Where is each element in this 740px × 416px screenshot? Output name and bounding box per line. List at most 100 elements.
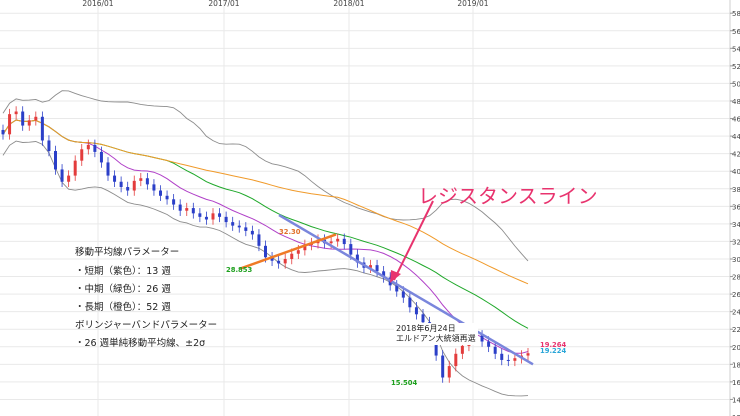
x-axis: 2016/01 2017/01 2018/01 2019/01 [82,0,488,8]
x-tick-label: 2019/01 [457,0,488,8]
ma-long: ・長期（橙色）：52 週 [75,302,171,313]
y-tick-label: 54.000 [732,45,740,53]
data-label: 28.853 [226,266,252,274]
candle-body [211,213,215,220]
candle-body [493,346,497,354]
data-label: 32.30 [279,228,301,236]
candle-body [204,216,208,220]
candle-body [218,213,222,217]
candle-body [27,120,31,126]
candle-body [244,227,248,231]
candle-body [237,225,241,228]
y-tick-label: 32.000 [732,238,740,246]
support-line [239,233,337,270]
y-tick-label: 46.000 [732,116,740,124]
y-tick-label: 44.000 [732,133,740,141]
data-label: 19.224 [540,347,566,355]
boll-params: ・26 週単純移動平均線、±2σ [75,338,206,349]
candle-body [54,151,57,170]
candle-body [40,116,44,141]
event-text: エルドアン大統領再選 [396,334,476,343]
event-date: 2018年6月24日 [396,324,456,333]
x-tick-label: 2017/01 [208,0,239,8]
candle-body [408,297,412,308]
y-tick-label: 40.000 [732,168,740,176]
candle-body [172,199,176,205]
candle-body [454,353,458,367]
candle-body [139,178,143,181]
candle-body [185,208,189,211]
candle-body [113,175,117,182]
y-tick-label: 48.000 [732,98,740,106]
candle-body [283,258,287,264]
candle-body [231,222,235,226]
candle-body [277,260,281,264]
candle-body [47,140,51,152]
y-tick-label: 14.000 [732,396,740,404]
event-annotation: 2018年6月24日 エルドアン大統領再選 [394,323,478,345]
x-tick-label: 2018/01 [333,0,364,8]
candle-body [460,345,464,354]
candle-body [264,245,267,258]
y-tick-label: 50.000 [732,80,740,88]
candle-body [191,208,195,214]
candle-body [513,358,517,361]
candle-body [14,111,18,115]
candle-body [290,253,294,259]
candle-body [375,265,379,272]
candle-body [126,187,130,191]
ma-params-title: 移動平均線パラメーター [75,247,180,258]
candle-body [198,213,202,217]
candle-body [34,116,38,121]
candle-body [119,181,123,188]
candle-body [106,162,110,176]
callout-arrow [393,200,434,281]
y-tick-label: 52.000 [732,63,740,71]
ma-short: ・短期（紫色）：13 週 [75,266,171,277]
candle-body [526,353,530,356]
candle-body [224,216,228,223]
boll-params-title: ボリンジャーバンドパラメーター [75,320,218,331]
y-tick-label: 24.000 [732,309,740,317]
candle-body [80,149,84,161]
candle-body [342,238,346,245]
y-tick-label: 26.000 [732,291,740,299]
candle-body [73,160,77,176]
candle-body [132,180,136,191]
candle-body [349,244,353,255]
bollinger-upper [2,90,529,262]
y-tick-label: 16.000 [732,379,740,387]
candle-body [67,175,71,182]
candle-body [21,111,25,126]
candle-body [159,190,162,196]
y-tick-label: 36.000 [732,203,740,211]
y-tick-label: 56.000 [732,28,740,36]
y-tick-label: 22.000 [732,326,740,334]
y-tick-label: 42.000 [732,151,740,159]
candle-body [401,291,405,298]
candle-body [145,178,149,185]
candle-body [421,314,425,323]
candle-body [500,353,504,360]
data-label: 15.504 [391,379,417,387]
candle-body [447,366,451,378]
y-tick-label: 18.000 [732,361,740,369]
x-tick-label: 2016/01 [82,0,113,8]
candle-body [329,241,333,244]
candle-body [178,204,182,211]
resistance-callout: レジスタンスライン [418,184,598,208]
candle-body [250,230,254,235]
y-tick-label: 34.000 [732,221,740,229]
candle-body [152,184,156,191]
candle-body [165,195,169,200]
y-tick-label: 20.000 [732,344,740,352]
candle-body [414,307,418,315]
candle-body [93,144,97,152]
candle-body [257,234,261,246]
candle-body [86,144,90,150]
candle-body [441,355,445,378]
candle-body [487,341,491,347]
y-tick-label: 30.000 [732,256,740,264]
candle-body [336,238,340,242]
data-labels: 28.85332.3015.50419.26419.224 [226,228,566,387]
